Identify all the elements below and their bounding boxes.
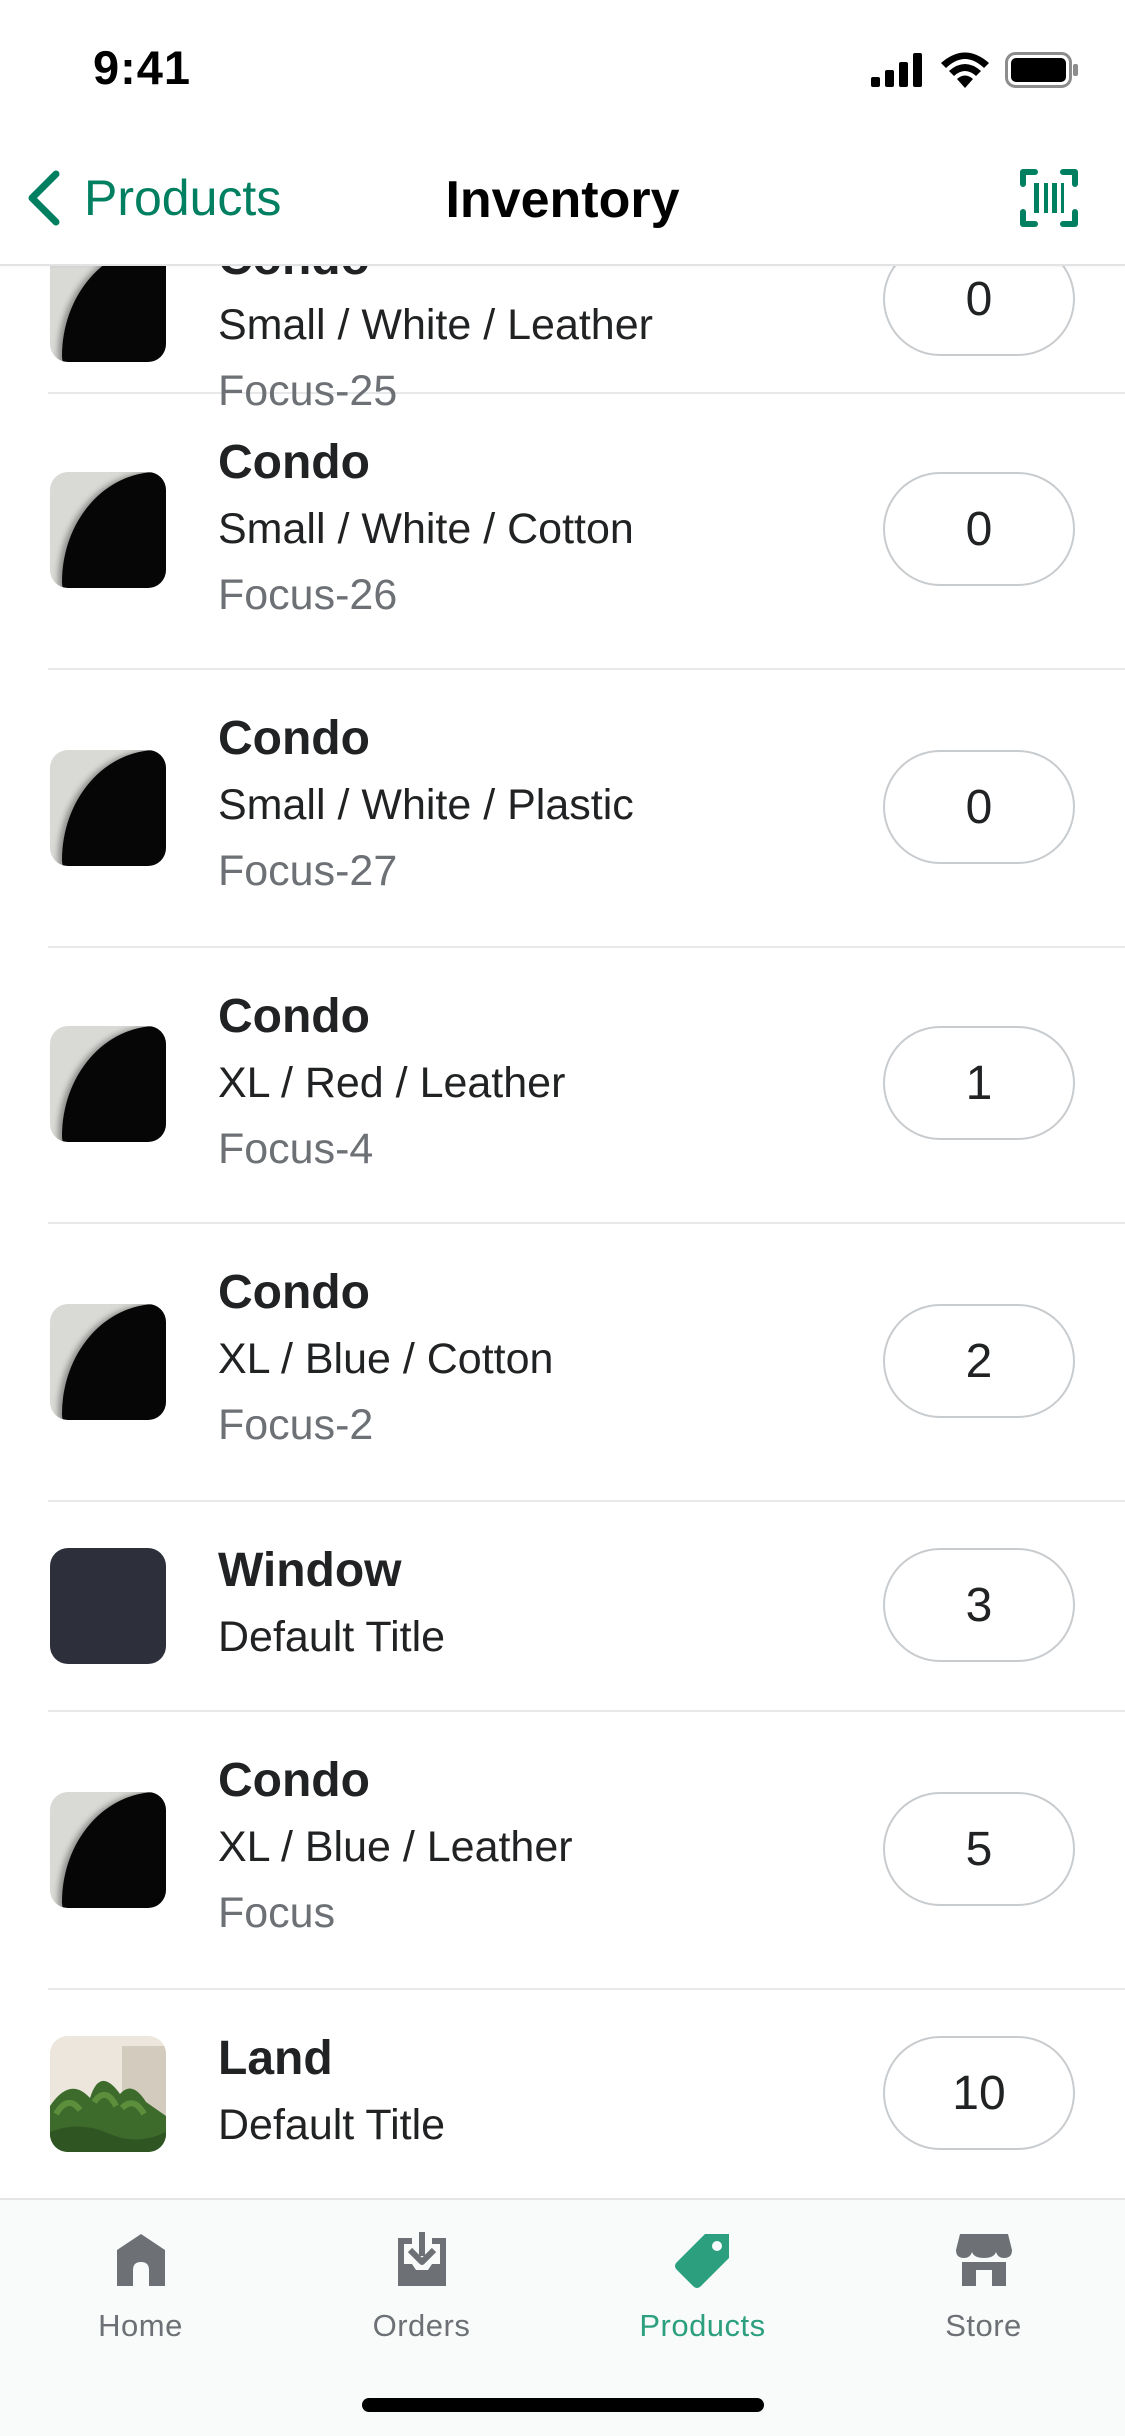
home-icon xyxy=(116,2234,165,2286)
sku-label: Focus-2 xyxy=(218,1401,374,1449)
product-thumbnail xyxy=(50,1792,166,1908)
tab-home[interactable]: Home xyxy=(0,2230,281,2360)
variant-title: XL / Blue / Leather xyxy=(218,1823,573,1871)
product-title: Condo xyxy=(218,1754,370,1807)
navigation-header: Products Inventory xyxy=(0,132,1125,266)
battery-icon xyxy=(1005,52,1078,88)
product-title: Land xyxy=(218,2032,333,2085)
tab-products[interactable]: Products xyxy=(562,2230,843,2360)
tab-label: Orders xyxy=(372,2308,471,2343)
variant-title: Default Title xyxy=(218,1613,446,1661)
product-thumbnail xyxy=(50,1548,166,1664)
variant-title: Default Title xyxy=(218,2101,446,2149)
orders-icon xyxy=(397,2232,446,2286)
product-thumbnail xyxy=(50,1304,166,1420)
quantity-field[interactable]: 10 xyxy=(883,2036,1075,2150)
variant-title: Small / White / Plastic xyxy=(218,781,634,829)
tab-orders[interactable]: Orders xyxy=(281,2230,562,2360)
list-item[interactable]: Window Default Title 3 xyxy=(48,1502,1125,1712)
sku-label: Focus-26 xyxy=(218,571,398,619)
quantity-field[interactable]: 3 xyxy=(883,1548,1075,1662)
list-item[interactable]: Condo XL / Red / Leather Focus-4 1 xyxy=(48,948,1125,1224)
quantity-field[interactable]: 1 xyxy=(883,1026,1075,1140)
tag-icon xyxy=(674,2234,729,2288)
tab-label: Home xyxy=(98,2308,183,2343)
status-icons xyxy=(871,50,1079,90)
sku-label: Focus-4 xyxy=(218,1125,374,1173)
list-item[interactable]: Condo XL / Blue / Cotton Focus-2 2 xyxy=(48,1224,1125,1502)
variant-title: XL / Blue / Cotton xyxy=(218,1335,554,1383)
product-title: Window xyxy=(218,1544,402,1597)
product-title: Condo xyxy=(218,712,370,765)
home-indicator[interactable] xyxy=(362,2398,764,2412)
status-bar: 9:41 xyxy=(0,0,1125,132)
product-thumbnail xyxy=(50,1026,166,1142)
list-item[interactable]: Condo Small / White / Cotton Focus-26 0 xyxy=(48,394,1125,670)
variant-title: Small / White / Cotton xyxy=(218,505,634,553)
tab-store[interactable]: Store xyxy=(843,2230,1124,2360)
quantity-field[interactable]: 0 xyxy=(883,750,1075,864)
status-time: 9:41 xyxy=(93,41,192,94)
inventory-screen: Condo Small / White / Leather Focus-2 5 0… xyxy=(0,0,1125,2436)
sku-label: Focus xyxy=(218,1889,336,1937)
cellular-signal-icon xyxy=(871,53,922,87)
product-thumbnail xyxy=(50,472,166,588)
list-item[interactable]: Condo Small / White / Plastic Focus-27 0 xyxy=(48,670,1125,948)
list-item[interactable]: Condo XL / Blue / Leather Focus 5 xyxy=(48,1712,1125,1990)
wifi-icon xyxy=(941,52,989,88)
product-title: Condo xyxy=(218,990,370,1043)
quantity-field[interactable]: 2 xyxy=(883,1304,1075,1418)
barcode-scanner-icon xyxy=(1020,169,1078,227)
tab-label: Store xyxy=(945,2308,1022,2343)
variant-title: Small / White / Leather xyxy=(218,301,653,349)
variant-title: XL / Red / Leather xyxy=(218,1059,566,1107)
product-thumbnail xyxy=(50,750,166,866)
tab-label: Products xyxy=(639,2308,766,2343)
product-title: Condo xyxy=(218,436,370,489)
barcode-scan-button[interactable] xyxy=(1019,168,1079,228)
quantity-field[interactable]: 5 xyxy=(883,1792,1075,1906)
page-title: Inventory xyxy=(445,171,680,229)
store-icon xyxy=(955,2234,1012,2286)
product-title: Condo xyxy=(218,1266,370,1319)
quantity-field[interactable]: 0 xyxy=(883,472,1075,586)
list-item[interactable]: Land Default Title 10 xyxy=(48,1990,1125,2210)
plant-image xyxy=(50,2036,166,2152)
sku-label: Focus-27 xyxy=(218,847,398,895)
product-thumbnail xyxy=(50,2036,166,2152)
